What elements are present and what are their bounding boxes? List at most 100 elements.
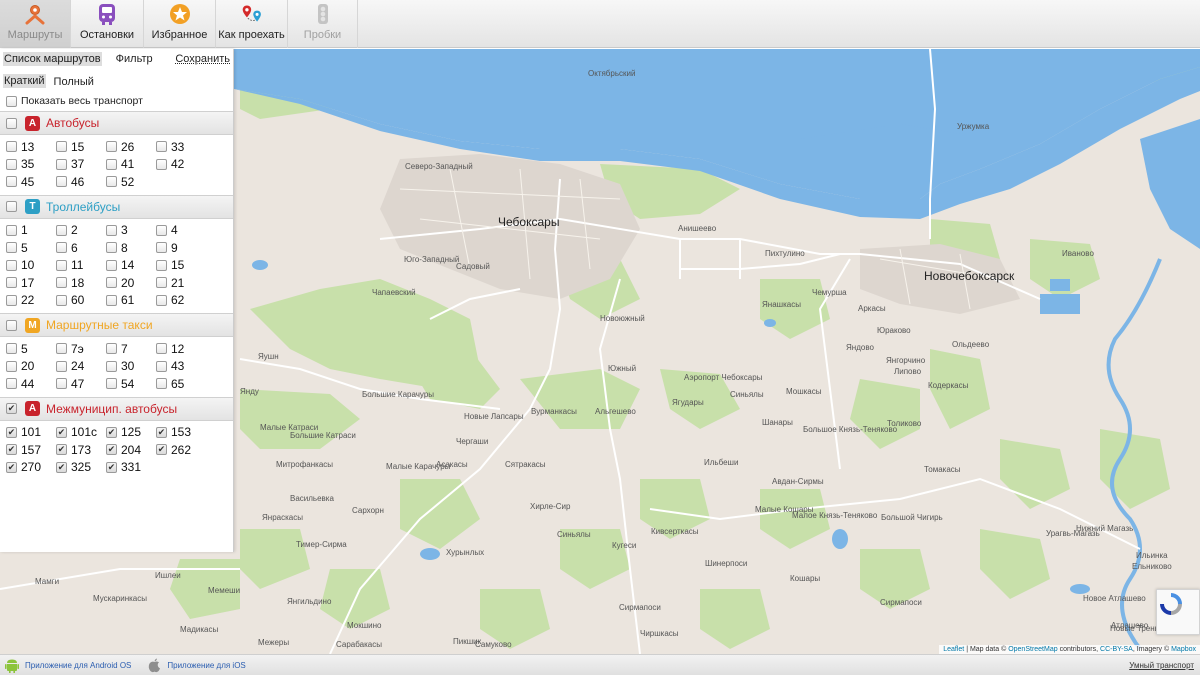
route-item[interactable]: 47	[56, 375, 106, 393]
routes-button[interactable]: Маршруты	[0, 0, 71, 48]
route-item[interactable]: ✔ 331	[106, 459, 156, 477]
route-item[interactable]: 1	[6, 222, 56, 240]
route-checkbox[interactable]	[56, 360, 67, 372]
route-item[interactable]: 46	[56, 173, 106, 191]
route-checkbox[interactable]	[156, 294, 167, 306]
route-item[interactable]: 11	[56, 257, 106, 275]
route-item[interactable]: 30	[106, 358, 156, 376]
how-to-get-button[interactable]: Как проехать	[216, 0, 288, 48]
route-item[interactable]: 41	[106, 156, 156, 174]
route-checkbox[interactable]: ✔	[56, 426, 67, 438]
route-item[interactable]: 20	[106, 274, 156, 292]
route-checkbox[interactable]: ✔	[56, 444, 67, 456]
route-item[interactable]: 12	[156, 340, 206, 358]
route-checkbox[interactable]	[56, 141, 67, 153]
route-checkbox[interactable]	[56, 343, 67, 355]
route-item[interactable]: 20	[6, 358, 56, 376]
route-item[interactable]: 22	[6, 292, 56, 310]
route-checkbox[interactable]	[56, 158, 67, 170]
route-checkbox[interactable]	[106, 378, 117, 390]
route-item[interactable]: 54	[106, 375, 156, 393]
route-checkbox[interactable]: ✔	[156, 444, 167, 456]
route-item[interactable]: 43	[156, 358, 206, 376]
route-checkbox[interactable]: ✔	[106, 426, 117, 438]
route-item[interactable]: 2	[56, 222, 106, 240]
route-checkbox[interactable]	[156, 343, 167, 355]
route-checkbox[interactable]	[6, 259, 17, 271]
route-item[interactable]: 8	[106, 239, 156, 257]
leaflet-link[interactable]: Leaflet	[943, 646, 964, 653]
save-link[interactable]: Сохранить	[175, 53, 230, 65]
route-checkbox[interactable]	[56, 277, 67, 289]
route-item[interactable]: 35	[6, 156, 56, 174]
group-header[interactable]: М Маршрутные такси	[0, 313, 233, 337]
route-item[interactable]: 6	[56, 239, 106, 257]
route-item[interactable]: ✔ 270	[6, 459, 56, 477]
route-checkbox[interactable]	[156, 242, 167, 254]
route-item[interactable]: 62	[156, 292, 206, 310]
route-item[interactable]: 3	[106, 222, 156, 240]
group-checkbox[interactable]	[6, 201, 17, 212]
route-item[interactable]: ✔ 262	[156, 441, 206, 459]
android-app-link[interactable]: Приложение для Android OS	[5, 658, 131, 673]
route-checkbox[interactable]	[56, 294, 67, 306]
route-checkbox[interactable]	[6, 176, 17, 188]
route-item[interactable]: ✔ 204	[106, 441, 156, 459]
tab-filter[interactable]: Фильтр	[116, 53, 153, 65]
route-item[interactable]: 4	[156, 222, 206, 240]
mapbox-link[interactable]: Mapbox	[1171, 646, 1196, 653]
route-checkbox[interactable]	[156, 141, 167, 153]
brand-link[interactable]: Умный транспорт	[1129, 661, 1194, 670]
route-item[interactable]: 15	[156, 257, 206, 275]
route-checkbox[interactable]	[106, 294, 117, 306]
route-checkbox[interactable]	[106, 360, 117, 372]
route-checkbox[interactable]	[6, 141, 17, 153]
route-item[interactable]: 5	[6, 340, 56, 358]
route-item[interactable]: 21	[156, 274, 206, 292]
route-checkbox[interactable]: ✔	[106, 461, 117, 473]
route-checkbox[interactable]	[106, 176, 117, 188]
route-checkbox[interactable]	[6, 360, 17, 372]
route-checkbox[interactable]: ✔	[6, 444, 17, 456]
route-item[interactable]: 60	[56, 292, 106, 310]
route-checkbox[interactable]: ✔	[156, 426, 167, 438]
route-checkbox[interactable]	[106, 242, 117, 254]
route-checkbox[interactable]	[156, 277, 167, 289]
route-item[interactable]: 52	[106, 173, 156, 191]
cc-by-sa-link[interactable]: CC-BY-SA	[1100, 646, 1133, 653]
route-item[interactable]: 7	[106, 340, 156, 358]
tab-route-list[interactable]: Список маршрутов	[3, 52, 102, 66]
route-item[interactable]: 24	[56, 358, 106, 376]
route-item[interactable]: 33	[156, 138, 206, 156]
route-item[interactable]: ✔ 173	[56, 441, 106, 459]
route-item[interactable]: 14	[106, 257, 156, 275]
group-header[interactable]: ✔ А Межмуницип. автобусы	[0, 396, 233, 421]
route-item[interactable]: 10	[6, 257, 56, 275]
route-item[interactable]: ✔ 325	[56, 459, 106, 477]
route-checkbox[interactable]	[156, 224, 167, 236]
route-checkbox[interactable]	[56, 224, 67, 236]
route-checkbox[interactable]	[56, 242, 67, 254]
group-checkbox[interactable]: ✔	[6, 403, 17, 414]
route-checkbox[interactable]	[56, 176, 67, 188]
route-item[interactable]: ✔ 101	[6, 424, 56, 442]
route-item[interactable]: 17	[6, 274, 56, 292]
route-item[interactable]: 26	[106, 138, 156, 156]
route-checkbox[interactable]	[56, 378, 67, 390]
route-item[interactable]: ✔ 157	[6, 441, 56, 459]
route-item[interactable]: ✔ 153	[156, 424, 206, 442]
favorites-button[interactable]: Избранное	[144, 0, 216, 48]
route-item[interactable]: 45	[6, 173, 56, 191]
route-item[interactable]: 65	[156, 375, 206, 393]
route-item[interactable]: ✔ 125	[106, 424, 156, 442]
route-item[interactable]: 61	[106, 292, 156, 310]
route-checkbox[interactable]	[6, 294, 17, 306]
route-checkbox[interactable]	[6, 158, 17, 170]
route-item[interactable]: 9	[156, 239, 206, 257]
route-checkbox[interactable]	[6, 224, 17, 236]
route-item[interactable]: ✔ 101с	[56, 424, 106, 442]
route-checkbox[interactable]	[56, 259, 67, 271]
ios-app-link[interactable]: Приложение для iOS	[148, 658, 246, 673]
route-item[interactable]: 5	[6, 239, 56, 257]
osm-link[interactable]: OpenStreetMap	[1008, 646, 1057, 653]
